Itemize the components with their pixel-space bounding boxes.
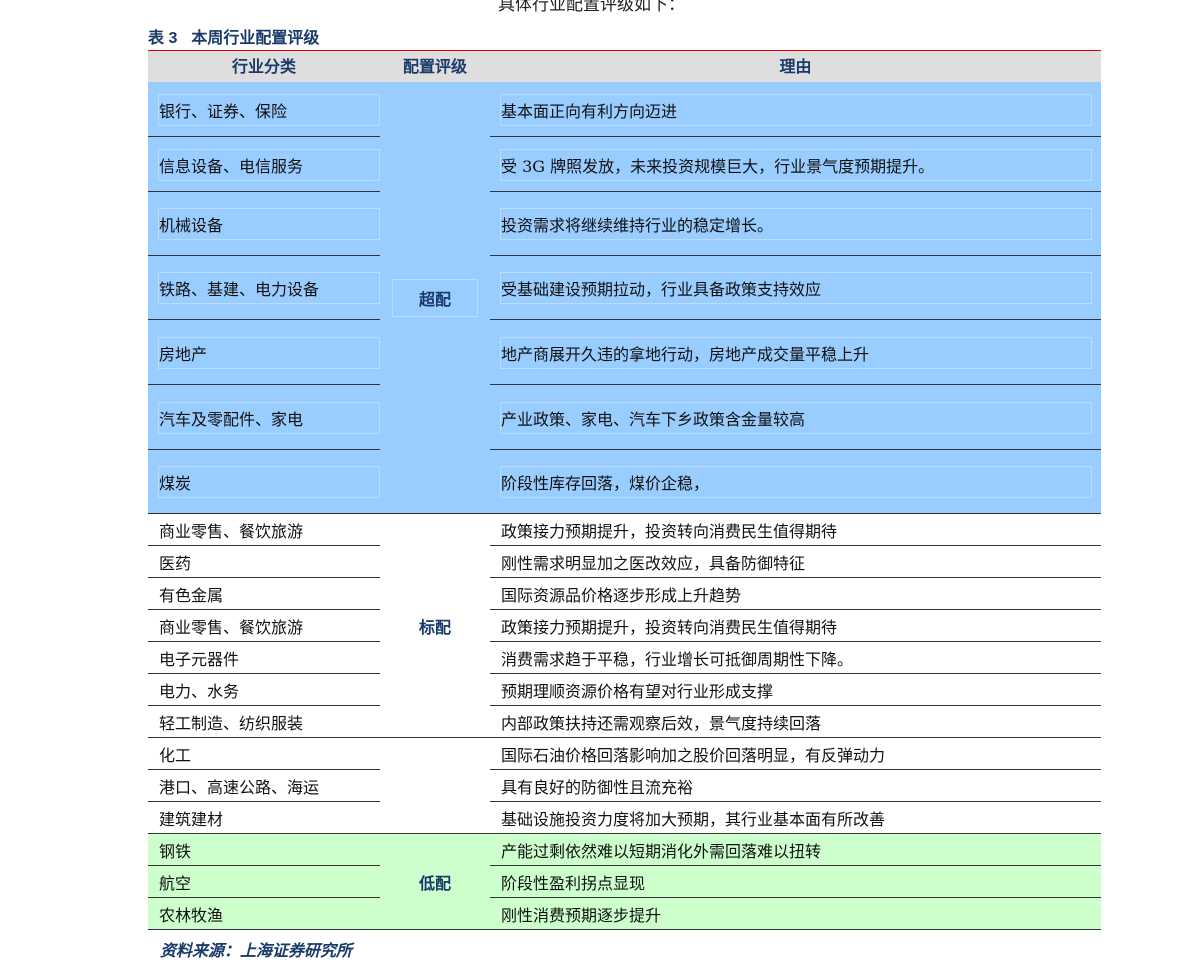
intro-text: 具体行业配置评级如下： xyxy=(498,0,685,15)
table-row: 铁路、基建、电力设备 受基础建设预期拉动，行业具备政策支持效应 xyxy=(148,256,1101,320)
industry-cell: 商业零售、餐饮旅游 xyxy=(159,522,304,541)
reason-cell: 受基础建设预期拉动，行业具备政策支持效应 xyxy=(501,280,822,299)
reason-cell: 消费需求趋于平稳，行业增长可抵御周期性下降。 xyxy=(501,650,854,669)
industry-cell: 煤炭 xyxy=(159,474,192,493)
reason-cell: 政策接力预期提升，投资转向消费民生值得期待 xyxy=(501,522,838,541)
table-row: 商业零售、餐饮旅游 政策接力预期提升，投资转向消费民生值得期待 xyxy=(148,610,1101,642)
industry-cell: 房地产 xyxy=(159,344,208,364)
reason-cell: 政策接力预期提升，投资转向消费民生值得期待 xyxy=(501,618,838,637)
table-row: 化工 国际石油价格回落影响加之股价回落明显，有反弹动力 xyxy=(148,738,1101,770)
industry-cell: 有色金属 xyxy=(159,586,224,605)
industry-cell: 信息设备、电信服务 xyxy=(159,156,304,176)
table-row: 轻工制造、纺织服装 内部政策扶持还需观察后效，景气度持续回落 xyxy=(148,706,1101,738)
rating-cell: 标配 xyxy=(380,514,490,737)
rating-label: 低配 xyxy=(418,873,451,893)
industry-cell: 农林牧渔 xyxy=(159,906,224,925)
industry-cell: 电力、水务 xyxy=(159,682,240,701)
table-row: 房地产 地产商展开久违的拿地行动，房地产成交量平稳上升 xyxy=(148,320,1101,385)
rating-cell: 低配 xyxy=(380,834,490,929)
reason-cell: 刚性消费预期逐步提升 xyxy=(501,906,662,925)
reason-cell: 具有良好的防御性且流充裕 xyxy=(501,778,694,797)
table-number: 表 3 xyxy=(148,30,178,47)
reason-cell: 国际资源品价格逐步形成上升趋势 xyxy=(501,586,742,605)
table-row: 机械设备 投资需求将继续维持行业的稳定增长。 xyxy=(148,192,1101,256)
rating-label: 超配 xyxy=(391,278,478,317)
table-row: 农林牧渔 刚性消费预期逐步提升 xyxy=(148,898,1101,930)
table-row: 钢铁 产能过剩依然难以短期消化外需回落难以扭转 xyxy=(148,834,1101,866)
header-reason: 理由 xyxy=(779,57,812,76)
reason-cell: 阶段性盈利拐点显现 xyxy=(501,874,646,893)
reason-cell: 地产商展开久违的拿地行动，房地产成交量平稳上升 xyxy=(501,344,870,364)
table-title: 本周行业配置评级 xyxy=(191,28,320,47)
table-row: 信息设备、电信服务 受 3G 牌照发放，未来投资规模巨大，行业景气度预期提升。 xyxy=(148,137,1101,192)
reason-cell: 基本面正向有利方向迈进 xyxy=(501,101,678,121)
industry-cell: 电子元器件 xyxy=(159,650,240,669)
table-header: 行业分类 配置评级 理由 xyxy=(148,50,1101,83)
source-note: 资料来源：上海证券研究所 xyxy=(160,941,353,960)
industry-cell: 商业零售、餐饮旅游 xyxy=(159,618,304,637)
table-caption: 表 3 本周行业配置评级 xyxy=(148,24,319,48)
reason-cell: 投资需求将继续维持行业的稳定增长。 xyxy=(501,216,774,235)
industry-cell: 银行、证券、保险 xyxy=(159,101,288,121)
industry-cell: 钢铁 xyxy=(159,842,192,861)
table-row: 有色金属 国际资源品价格逐步形成上升趋势 xyxy=(148,578,1101,610)
rating-label: 标配 xyxy=(418,617,451,637)
reason-cell: 国际石油价格回落影响加之股价回落明显，有反弹动力 xyxy=(501,746,886,765)
reason-cell: 受 3G 牌照发放，未来投资规模巨大，行业景气度预期提升。 xyxy=(501,156,935,176)
reason-cell: 产业政策、家电、汽车下乡政策含金量较高 xyxy=(501,409,806,429)
industry-cell: 化工 xyxy=(159,746,192,765)
table-row: 商业零售、餐饮旅游 政策接力预期提升，投资转向消费民生值得期待 xyxy=(148,514,1101,546)
table-row: 煤炭 阶段性库存回落，煤价企稳， xyxy=(148,450,1101,514)
industry-cell: 机械设备 xyxy=(159,216,224,235)
reason-cell: 产能过剩依然难以短期消化外需回落难以扭转 xyxy=(501,842,822,861)
table-row: 汽车及零配件、家电 产业政策、家电、汽车下乡政策含金量较高 xyxy=(148,385,1101,450)
rating-cell xyxy=(380,738,490,833)
reason-cell: 阶段性库存回落，煤价企稳， xyxy=(501,474,710,493)
header-industry: 行业分类 xyxy=(231,57,296,76)
row-divider xyxy=(148,929,1101,930)
industry-cell: 轻工制造、纺织服装 xyxy=(159,714,304,733)
table-row: 银行、证券、保险 基本面正向有利方向迈进 xyxy=(148,82,1101,137)
rating-cell: 超配 xyxy=(380,82,490,513)
reason-cell: 内部政策扶持还需观察后效，景气度持续回落 xyxy=(501,714,822,733)
industry-cell: 铁路、基建、电力设备 xyxy=(159,280,320,299)
reason-cell: 基础设施投资力度将加大预期，其行业基本面有所改善 xyxy=(501,810,886,829)
industry-cell: 医药 xyxy=(159,554,192,573)
table-row: 建筑建材 基础设施投资力度将加大预期，其行业基本面有所改善 xyxy=(148,802,1101,834)
table-row: 港口、高速公路、海运 具有良好的防御性且流充裕 xyxy=(148,770,1101,802)
header-rating: 配置评级 xyxy=(402,57,467,76)
reason-cell: 刚性需求明显加之医改效应，具备防御特征 xyxy=(501,554,806,573)
table-row: 电子元器件 消费需求趋于平稳，行业增长可抵御周期性下降。 xyxy=(148,642,1101,674)
industry-cell: 港口、高速公路、海运 xyxy=(159,778,320,797)
table-row: 航空 阶段性盈利拐点显现 xyxy=(148,866,1101,898)
industry-cell: 建筑建材 xyxy=(159,810,224,829)
industry-cell: 汽车及零配件、家电 xyxy=(159,409,304,429)
table-row: 电力、水务 预期理顺资源价格有望对行业形成支撑 xyxy=(148,674,1101,706)
table-row: 医药 刚性需求明显加之医改效应，具备防御特征 xyxy=(148,546,1101,578)
reason-cell: 预期理顺资源价格有望对行业形成支撑 xyxy=(501,682,774,701)
industry-cell: 航空 xyxy=(159,874,192,893)
